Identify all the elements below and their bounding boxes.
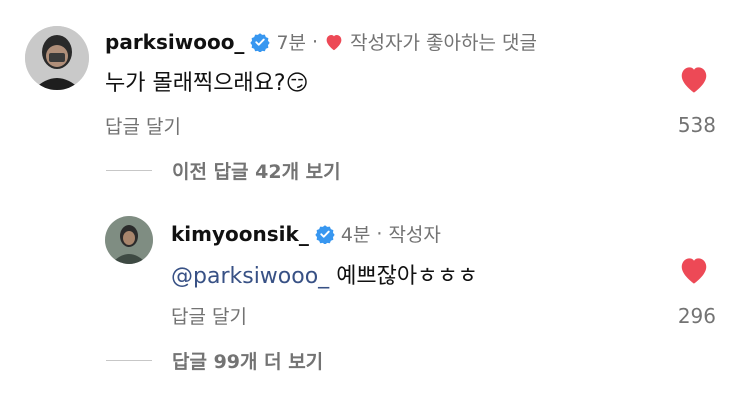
like-heart-icon[interactable]	[677, 64, 711, 94]
comment-text: 누가 몰래찍으래요?😏	[105, 71, 309, 96]
reply-text-row: @parksiwooo_ 예쁘잖아ㅎㅎㅎ	[171, 258, 478, 290]
view-previous-replies-button[interactable]: 이전 답글 42개 보기	[172, 157, 341, 184]
replies-divider-line	[106, 360, 152, 361]
view-more-replies-button[interactable]: 답글 99개 더 보기	[172, 347, 323, 374]
reply-header: kimyoonsik_ 4분 · 작성자	[171, 220, 441, 247]
commenter-avatar[interactable]	[25, 26, 89, 90]
reply-avatar[interactable]	[105, 216, 153, 264]
verified-badge-icon	[250, 32, 271, 52]
reply-button[interactable]: 답글 달기	[105, 112, 181, 139]
like-count: 538	[677, 113, 716, 137]
meta-dot: ·	[376, 222, 383, 245]
comment-header: parksiwooo_ 7분 · 작성자가 좋아하는 댓글	[105, 28, 537, 55]
author-liked-heart-icon	[326, 34, 342, 50]
replier-username[interactable]: kimyoonsik_	[171, 222, 309, 246]
mention-link[interactable]: @parksiwooo_	[171, 264, 329, 289]
verified-badge-icon	[315, 224, 335, 244]
reply-text: 예쁘잖아ㅎㅎㅎ	[336, 264, 478, 289]
reply-time: 4분	[340, 224, 371, 246]
reply-button[interactable]: 답글 달기	[171, 302, 247, 329]
replies-divider-line	[106, 170, 152, 171]
avatar-photo-icon	[25, 26, 89, 90]
author-liked-label: 작성자가 좋아하는 댓글	[350, 32, 537, 54]
like-heart-icon[interactable]	[677, 255, 711, 285]
commenter-username[interactable]: parksiwooo_	[105, 30, 244, 54]
meta-dot: ·	[312, 30, 319, 53]
avatar-photo-icon	[105, 216, 153, 264]
comment-time: 7분	[276, 32, 307, 54]
author-badge: 작성자	[388, 224, 441, 246]
like-count: 296	[677, 304, 716, 328]
